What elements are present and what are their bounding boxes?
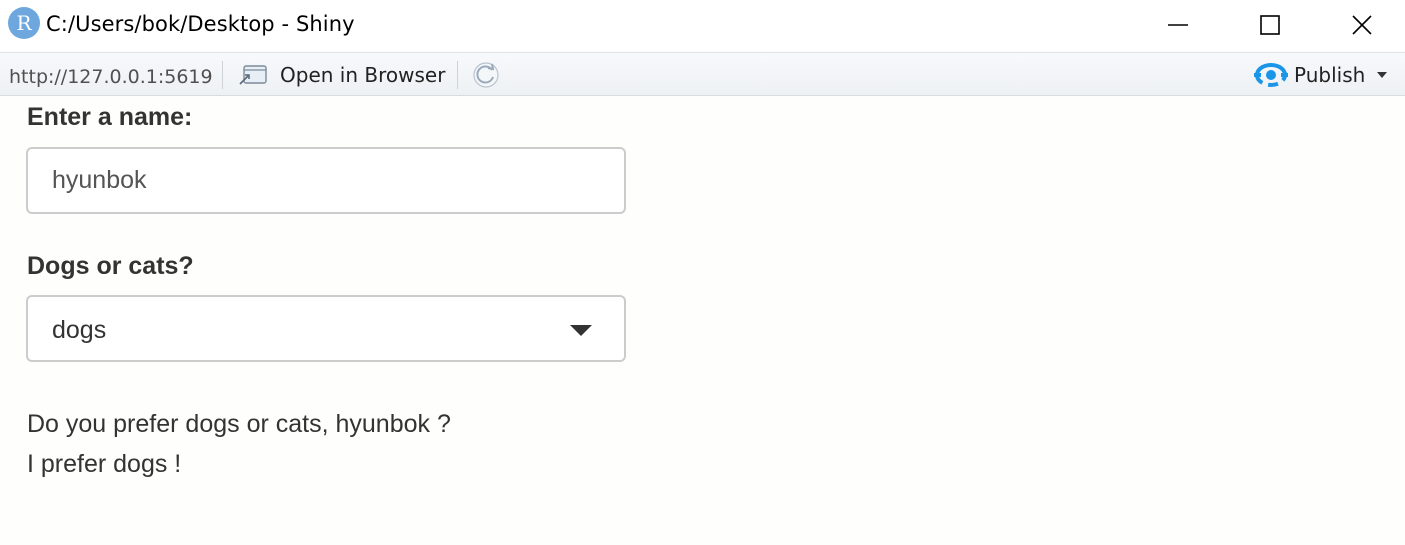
publish-label: Publish — [1294, 63, 1366, 87]
open-in-browser-button[interactable]: Open in Browser — [238, 59, 445, 91]
shiny-app-content: Enter a name: Dogs or cats? dogs Do you … — [0, 97, 1405, 545]
window-title: C:/Users/bok/Desktop - Shiny — [46, 12, 355, 36]
viewer-toolbar: http://127.0.0.1:5619 Open in Browser Pu… — [0, 52, 1405, 96]
open-browser-icon — [239, 65, 267, 85]
publish-icon — [1254, 63, 1288, 87]
minimize-button[interactable] — [1155, 0, 1201, 50]
r-app-icon: R — [8, 7, 40, 39]
maximize-icon — [1260, 15, 1280, 35]
name-label: Enter a name: — [27, 103, 193, 131]
publish-button[interactable]: Publish — [1254, 59, 1388, 91]
pet-select-value: dogs — [52, 316, 107, 344]
refresh-button[interactable] — [470, 59, 502, 91]
output-question: Do you prefer dogs or cats, hyunbok ? — [27, 410, 451, 438]
window-titlebar: R C:/Users/bok/Desktop - Shiny — [0, 0, 1405, 50]
name-input[interactable] — [26, 147, 626, 214]
close-icon — [1352, 15, 1372, 35]
chevron-down-icon[interactable] — [1377, 72, 1388, 78]
pet-select[interactable]: dogs — [26, 295, 626, 362]
minimize-icon — [1168, 24, 1188, 26]
pet-label: Dogs or cats? — [27, 252, 194, 280]
toolbar-divider — [457, 61, 458, 89]
refresh-icon — [473, 62, 499, 88]
close-button[interactable] — [1339, 0, 1385, 50]
maximize-button[interactable] — [1247, 0, 1293, 50]
output-answer: I prefer dogs ! — [27, 450, 182, 478]
open-in-browser-label: Open in Browser — [280, 63, 446, 87]
app-url: http://127.0.0.1:5619 — [9, 66, 213, 88]
toolbar-divider — [222, 61, 223, 89]
dropdown-arrow-icon — [570, 325, 592, 336]
